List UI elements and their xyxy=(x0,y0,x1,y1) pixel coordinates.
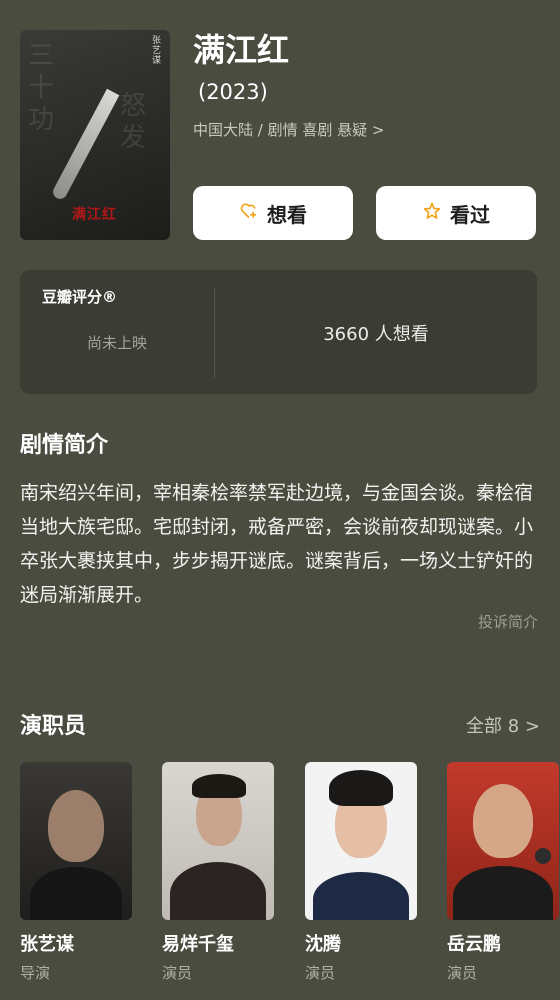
cast-photo xyxy=(20,762,132,920)
cast-card[interactable]: 岳云鹏 演员 xyxy=(447,762,559,983)
douban-rating-label: 豆瓣评分® xyxy=(42,288,118,306)
cast-card[interactable]: 张艺谋 导演 xyxy=(20,762,132,983)
cast-name: 岳云鹏 xyxy=(447,934,501,955)
want-button[interactable]: 想看 xyxy=(193,186,353,240)
want-button-label: 想看 xyxy=(267,202,307,227)
poster-title-text: 满江红 xyxy=(72,207,117,223)
cast-name: 沈腾 xyxy=(305,934,341,955)
microphone-icon xyxy=(535,848,551,864)
cast-photo xyxy=(162,762,274,920)
report-synopsis-link[interactable]: 投诉简介 xyxy=(478,611,538,632)
movie-title: 满江红 xyxy=(193,31,290,69)
cast-photo xyxy=(447,762,559,920)
cast-role: 演员 xyxy=(447,964,478,982)
cast-photo xyxy=(305,762,417,920)
want-count: 3660 人想看 xyxy=(323,324,429,345)
cast-all-link[interactable]: 全部 8 > xyxy=(466,712,540,738)
movie-year: (2023) xyxy=(198,80,268,104)
cast-role: 导演 xyxy=(20,964,51,982)
poster-director-text: 张艺谋 xyxy=(152,36,162,66)
cast-role: 演员 xyxy=(162,964,193,982)
seen-button[interactable]: 看过 xyxy=(376,186,536,240)
cast-card[interactable]: 易烊千玺 演员 xyxy=(162,762,274,983)
poster-blade xyxy=(50,88,120,202)
cast-heading: 演职员 xyxy=(20,714,87,739)
poster-calligraphy: 三十功 xyxy=(28,41,55,135)
rating-card[interactable]: 豆瓣评分® 尚未上映 3660 人想看 xyxy=(20,270,537,394)
seen-button-label: 看过 xyxy=(450,202,490,227)
movie-poster[interactable]: 三十功 怒发 张艺谋 满江红 xyxy=(20,30,170,240)
cast-role: 演员 xyxy=(305,964,336,982)
star-icon xyxy=(422,201,442,226)
cast-name: 张艺谋 xyxy=(20,934,74,955)
synopsis-heading: 剧情简介 xyxy=(20,433,109,458)
cast-card[interactable]: 沈腾 演员 xyxy=(305,762,417,983)
rating-status: 尚未上映 xyxy=(86,334,147,352)
synopsis-text: 南宋绍兴年间，宰相秦桧率禁军赴边境，与金国会谈。秦桧宿当地大族宅邸。宅邸封闭，戒… xyxy=(20,482,534,606)
heart-plus-icon xyxy=(239,201,259,226)
rating-divider xyxy=(214,288,215,378)
poster-calligraphy-2: 怒发 xyxy=(120,91,147,153)
cast-name: 易烊千玺 xyxy=(162,934,234,955)
movie-meta-link[interactable]: 中国大陆 / 剧情 喜剧 悬疑 > xyxy=(193,119,384,141)
